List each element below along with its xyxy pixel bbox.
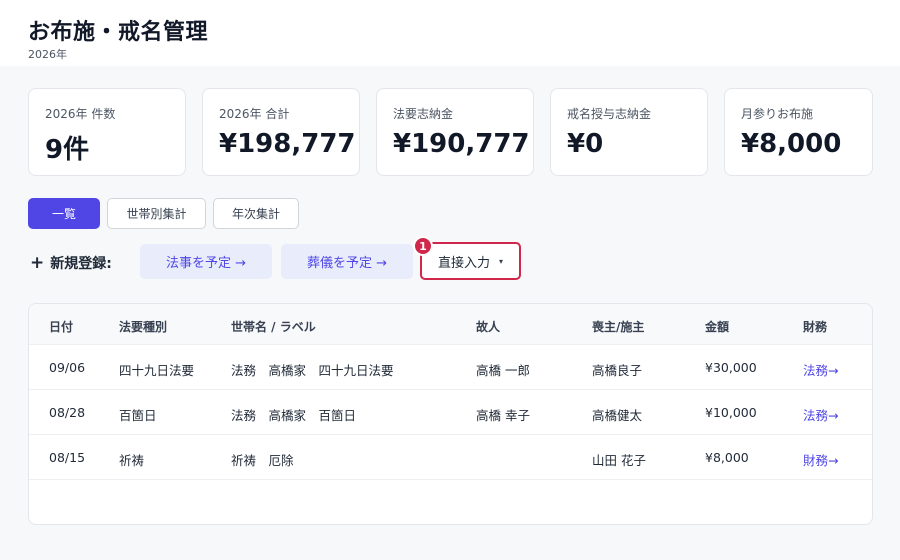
stat-label: 2026年 件数 bbox=[45, 107, 116, 121]
table-row[interactable]: 08/15 祈祷 祈祷 厄除 山田 花子 ¥8,000 財務→ bbox=[29, 435, 872, 480]
tab-yearly-summary[interactable]: 年次集計 bbox=[213, 198, 299, 229]
cell-household: 祈祷 厄除 bbox=[231, 453, 294, 468]
stat-value: ¥8,000 bbox=[741, 129, 842, 159]
column-header-household: 世帯名 / ラベル bbox=[231, 320, 316, 334]
table-header-row: 日付 法要種別 世帯名 / ラベル 故人 喪主/施主 金額 財務 bbox=[29, 304, 872, 345]
caret-down-icon: ▾ bbox=[499, 256, 504, 266]
column-header-amount: 金額 bbox=[705, 320, 730, 334]
cell-deceased: 高橋 幸子 bbox=[476, 408, 530, 423]
column-header-type: 法要種別 bbox=[119, 320, 168, 334]
column-header-deceased: 故人 bbox=[476, 320, 501, 334]
finance-link[interactable]: 法務→ bbox=[803, 405, 838, 424]
plus-icon: + bbox=[30, 253, 45, 273]
tab-household-summary[interactable]: 世帯別集計 bbox=[107, 198, 206, 229]
stat-value: ¥198,777 bbox=[219, 129, 356, 159]
tab-list[interactable]: 一覧 bbox=[28, 198, 100, 229]
cell-household: 法務 高橋家 四十九日法要 bbox=[231, 363, 394, 378]
page-title: お布施・戒名管理 bbox=[28, 20, 209, 45]
stat-card-count: 2026年 件数 9件 bbox=[28, 88, 186, 176]
stat-card-kaimyou: 戒名授与志納金 ¥0 bbox=[550, 88, 708, 176]
stat-card-total: 2026年 合計 ¥198,777 bbox=[202, 88, 360, 176]
cell-chief-mourner: 山田 花子 bbox=[592, 453, 646, 468]
cell-type: 百箇日 bbox=[119, 408, 157, 423]
cell-date: 08/15 bbox=[49, 450, 86, 465]
stat-card-houyou: 法要志納金 ¥190,777 bbox=[376, 88, 534, 176]
stat-label: 法要志納金 bbox=[393, 107, 454, 121]
records-table: 日付 法要種別 世帯名 / ラベル 故人 喪主/施主 金額 財務 09/06 四… bbox=[28, 303, 873, 525]
cell-date: 09/06 bbox=[49, 360, 86, 375]
stat-value: ¥0 bbox=[567, 129, 604, 159]
new-registration-text: 新規登録: bbox=[50, 256, 112, 272]
finance-link[interactable]: 法務→ bbox=[803, 360, 838, 379]
stat-label: 戒名授与志納金 bbox=[567, 107, 652, 121]
page-subtitle-year: 2026年 bbox=[28, 48, 67, 61]
schedule-sougi-button[interactable]: 葬儀を予定 → bbox=[281, 244, 413, 279]
table-row[interactable]: 09/06 四十九日法要 法務 高橋家 四十九日法要 高橋 一郎 高橋良子 ¥3… bbox=[29, 345, 872, 390]
column-header-date: 日付 bbox=[49, 320, 74, 334]
finance-link[interactable]: 財務→ bbox=[803, 450, 838, 469]
cell-chief-mourner: 高橋健太 bbox=[592, 408, 643, 423]
stat-value: ¥190,777 bbox=[393, 129, 530, 159]
direct-input-label: 直接入力 bbox=[437, 255, 490, 271]
cell-amount: ¥30,000 bbox=[705, 360, 757, 375]
cell-date: 08/28 bbox=[49, 405, 86, 420]
column-header-chief-mourner: 喪主/施主 bbox=[592, 320, 645, 334]
cell-household: 法務 高橋家 百箇日 bbox=[231, 408, 357, 423]
stat-label: 月参りお布施 bbox=[741, 107, 814, 121]
cell-amount: ¥10,000 bbox=[705, 405, 757, 420]
cell-deceased: 高橋 一郎 bbox=[476, 363, 530, 378]
cell-type: 四十九日法要 bbox=[119, 363, 195, 378]
cell-chief-mourner: 高橋良子 bbox=[592, 363, 643, 378]
direct-input-dropdown-button[interactable]: 直接入力 ▾ bbox=[420, 242, 521, 280]
new-registration-label: + 新規登録: bbox=[30, 253, 112, 273]
cell-type: 祈祷 bbox=[119, 453, 145, 468]
step-number-badge: 1 bbox=[413, 236, 433, 256]
column-header-finance: 財務 bbox=[803, 320, 828, 334]
cell-amount: ¥8,000 bbox=[705, 450, 749, 465]
schedule-houji-button[interactable]: 法事を予定 → bbox=[140, 244, 272, 279]
stat-label: 2026年 合計 bbox=[219, 107, 290, 121]
table-row[interactable]: 08/28 百箇日 法務 高橋家 百箇日 高橋 幸子 高橋健太 ¥10,000 … bbox=[29, 390, 872, 435]
page-header: お布施・戒名管理 2026年 bbox=[0, 0, 900, 66]
stat-card-tsukimairi: 月参りお布施 ¥8,000 bbox=[724, 88, 873, 176]
stat-value: 9件 bbox=[45, 135, 90, 165]
